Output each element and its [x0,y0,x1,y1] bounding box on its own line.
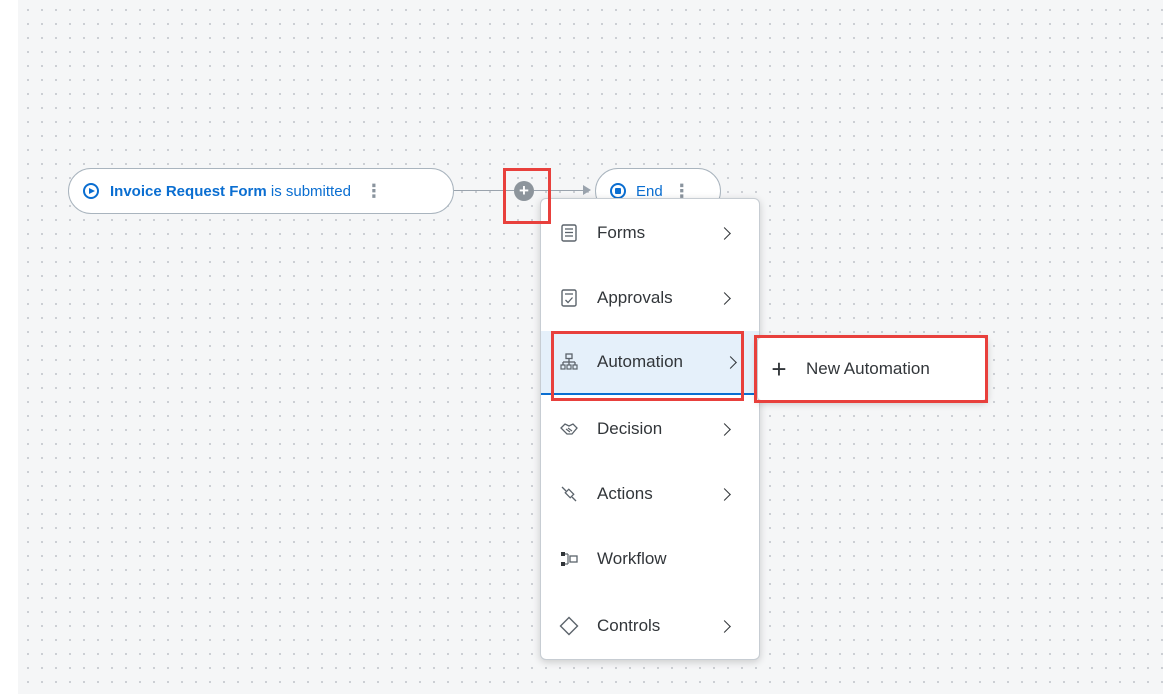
trigger-node[interactable]: Invoice Request Form is submitted ⋮ [68,168,454,214]
decision-icon [559,419,579,439]
chevron-right-icon [724,355,737,369]
menu-item-workflow[interactable]: Workflow [541,527,759,591]
menu-item-label: Forms [597,223,646,242]
play-icon [83,183,99,199]
menu-item-approvals[interactable]: Approvals [541,266,759,330]
trigger-suffix: is submitted [270,182,351,200]
trigger-more-icon[interactable]: ⋮ [365,182,383,200]
end-label: End [636,182,663,200]
menu-item-label: Workflow [597,549,667,568]
menu-item-label: Controls [597,616,661,635]
trigger-text: Invoice Request Form is submitted [110,183,351,200]
chevron-right-icon [718,226,731,240]
left-margin [0,0,18,694]
menu-item-controls[interactable]: Controls [541,594,759,658]
chevron-right-icon [718,291,731,305]
trigger-form-name[interactable]: Invoice Request Form [110,183,267,200]
new-automation-button[interactable]: New Automation [806,359,930,379]
plus-circle-icon: + [519,181,529,200]
chevron-right-icon [718,487,731,501]
stop-icon [610,183,626,199]
form-icon [559,223,579,243]
workflow-icon [559,549,579,569]
menu-item-label: Actions [597,484,653,503]
menu-item-label: Automation [597,352,683,371]
plus-icon: + [771,354,787,384]
menu-item-automation[interactable]: Automation [541,331,759,395]
controls-icon [559,616,579,636]
automation-submenu[interactable]: + New Automation [757,337,987,401]
menu-item-forms[interactable]: Forms [541,201,759,265]
approval-icon [559,288,579,308]
chevron-right-icon [718,422,731,436]
menu-item-actions[interactable]: Actions [541,462,759,526]
chevron-right-icon [718,619,731,633]
menu-item-decision[interactable]: Decision [541,397,759,461]
automation-icon [559,352,579,372]
menu-item-label: Decision [597,419,663,438]
menu-item-label: Approvals [597,288,673,307]
arrow-head-icon [583,185,591,195]
add-step-button[interactable]: + [514,181,534,201]
actions-icon [559,484,579,504]
add-step-menu: Forms Approvals Automation Decision Acti… [540,198,760,660]
connector-line [534,190,584,191]
connector-line [454,190,514,191]
